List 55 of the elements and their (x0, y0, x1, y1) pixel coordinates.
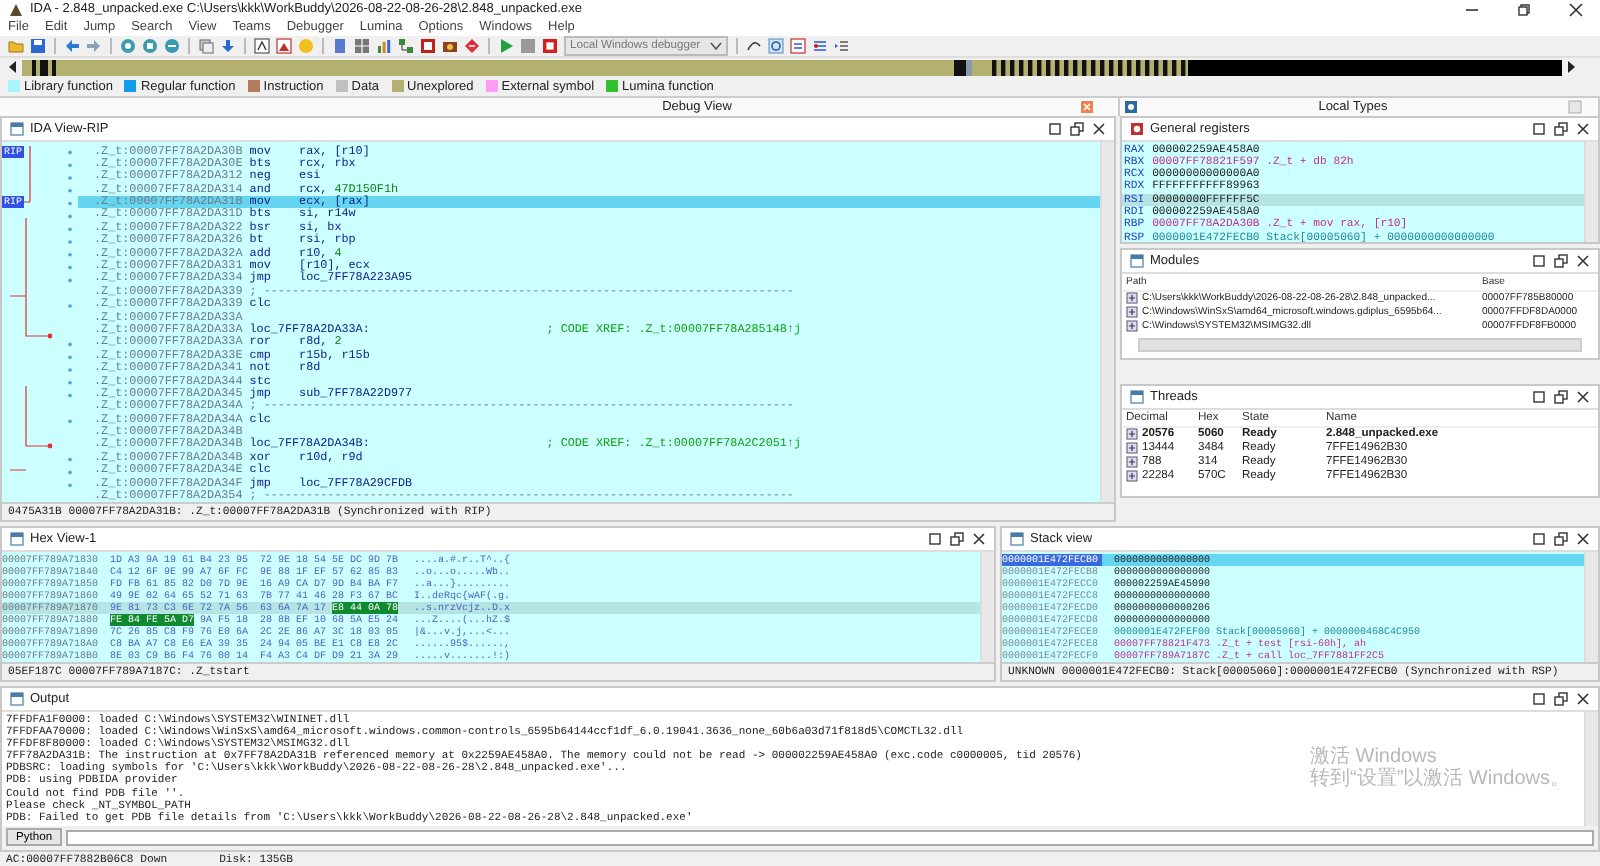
chart-icon[interactable] (376, 38, 392, 55)
activation-title: 激活 Windows (1309, 745, 1439, 767)
close-icon[interactable] (1092, 121, 1106, 135)
close-icon[interactable] (1568, 1, 1584, 18)
scrollbar[interactable] (1584, 141, 1598, 241)
maximize-icon[interactable] (1532, 691, 1546, 705)
maximize-icon[interactable] (1048, 121, 1062, 135)
list-icon[interactable] (790, 38, 806, 55)
close-icon[interactable] (1576, 253, 1590, 267)
float-icon[interactable] (1554, 253, 1568, 267)
command-field[interactable] (66, 829, 1594, 845)
app-logo-icon (8, 1, 24, 18)
scrollbar[interactable] (980, 551, 994, 661)
scrollbar[interactable] (1138, 337, 1582, 351)
image-icon[interactable] (276, 38, 292, 55)
restore-icon[interactable] (1516, 1, 1532, 18)
list-icon[interactable] (812, 38, 828, 55)
maximize-icon[interactable] (1532, 389, 1546, 403)
close-icon[interactable] (1576, 531, 1590, 545)
scrollbar[interactable] (1100, 141, 1114, 501)
maximize-icon[interactable] (1532, 531, 1546, 545)
maximize-icon[interactable] (1532, 253, 1546, 267)
maximize-icon[interactable] (928, 531, 942, 545)
close-icon[interactable] (1576, 389, 1590, 403)
copy-icon[interactable] (198, 38, 214, 55)
diamond-icon[interactable] (464, 38, 480, 55)
float-icon[interactable] (1554, 531, 1568, 545)
scrollbar[interactable] (1584, 711, 1598, 825)
float-icon[interactable] (1554, 691, 1568, 705)
save-icon[interactable] (30, 38, 46, 55)
stop-icon[interactable] (542, 38, 558, 55)
scroll-left-icon[interactable] (8, 60, 18, 75)
document-icon[interactable] (332, 38, 348, 55)
close-icon[interactable] (1576, 691, 1590, 705)
play-icon[interactable] (498, 38, 514, 55)
close-icon[interactable] (1576, 121, 1590, 135)
grid-icon[interactable] (354, 38, 370, 55)
frame-icon[interactable] (420, 38, 436, 55)
refresh-icon[interactable] (768, 38, 784, 55)
pin-icon[interactable] (1124, 99, 1138, 114)
navigation-band-drawing[interactable] (22, 59, 1562, 76)
camera-icon[interactable] (442, 38, 458, 55)
float-icon[interactable] (1070, 121, 1084, 135)
back-arrow-icon[interactable] (64, 38, 80, 55)
scrollbar[interactable] (1584, 551, 1598, 661)
float-icon[interactable] (1554, 121, 1568, 135)
float-icon[interactable] (950, 531, 964, 545)
list-icon[interactable] (834, 38, 850, 55)
activation-hint: 转到“设置”以激活 Windows。 (1309, 767, 1570, 789)
close-icon[interactable] (972, 531, 986, 545)
down-arrow-icon[interactable] (220, 38, 236, 55)
flowchart-icon[interactable] (398, 38, 414, 55)
maximize-icon[interactable] (1532, 121, 1546, 135)
scroll-right-icon[interactable] (1566, 60, 1576, 75)
float-icon[interactable] (1554, 389, 1568, 403)
